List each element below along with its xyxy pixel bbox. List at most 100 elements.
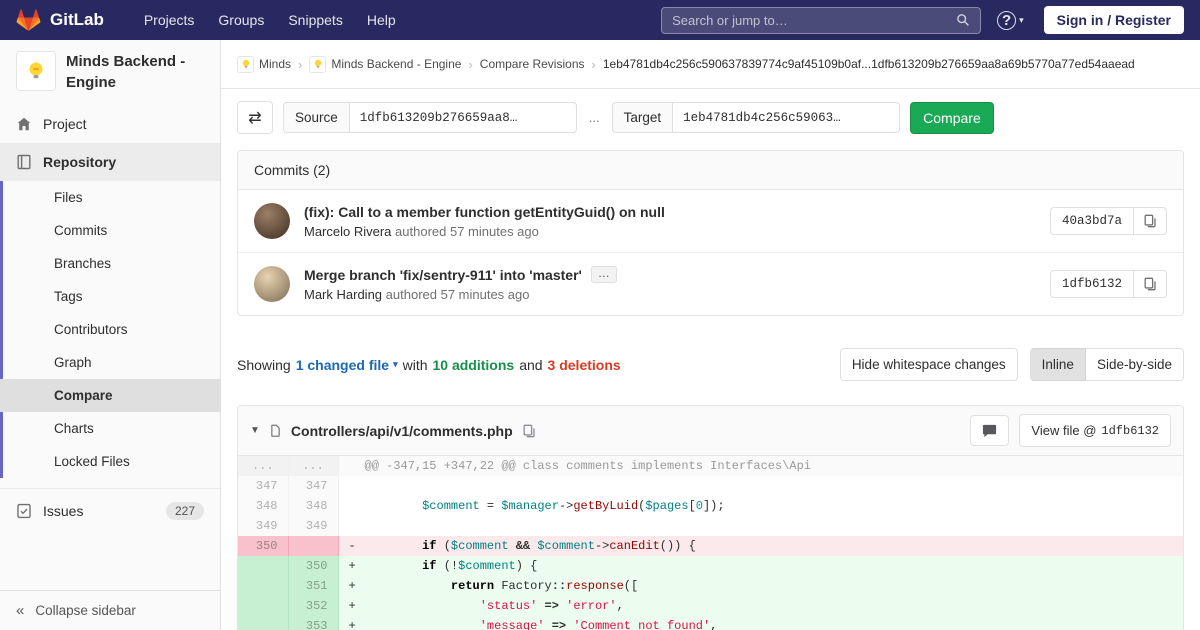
group-avatar bbox=[237, 55, 254, 73]
nav-menu: Projects Groups Snippets Help bbox=[132, 6, 408, 34]
old-line-number[interactable] bbox=[238, 556, 289, 576]
home-icon bbox=[16, 116, 32, 132]
copy-file-path-button[interactable] bbox=[522, 424, 536, 438]
breadcrumb-group-label: Minds bbox=[259, 57, 292, 71]
commit-author-avatar bbox=[254, 266, 290, 302]
gitlab-home-link[interactable]: GitLab bbox=[16, 8, 104, 32]
breadcrumb-separator-icon: › bbox=[591, 56, 596, 72]
sidebar-item-files[interactable]: Files bbox=[0, 181, 220, 214]
hide-whitespace-button[interactable]: Hide whitespace changes bbox=[839, 348, 1018, 381]
breadcrumb-project-label: Minds Backend - Engine bbox=[331, 57, 462, 71]
commit-row: Merge branch 'fix/sentry-911' into 'mast… bbox=[238, 253, 1183, 315]
breadcrumb-project[interactable]: Minds Backend - Engine bbox=[309, 55, 462, 73]
new-line-number[interactable]: 352 bbox=[288, 596, 339, 616]
sidebar-item-label: Repository bbox=[43, 154, 117, 170]
changed-files-dropdown[interactable]: 1 changed file ▾ bbox=[296, 357, 398, 373]
diff-line-match: ...... @@ -347,15 +347,22 @@ class commen… bbox=[238, 456, 1183, 476]
commit-time: authored 57 minutes ago bbox=[385, 287, 530, 302]
commit-author-link[interactable]: Mark Harding bbox=[304, 287, 382, 302]
old-line-number[interactable]: 350 bbox=[238, 536, 289, 556]
sidebar-item-project[interactable]: Project bbox=[0, 105, 220, 143]
commit-title-link[interactable]: (fix): Call to a member function getEnti… bbox=[304, 204, 665, 220]
nav-link-groups[interactable]: Groups bbox=[206, 6, 276, 34]
old-line-number[interactable]: 347 bbox=[238, 476, 289, 496]
sidebar-item-label: Project bbox=[43, 116, 87, 132]
diff-line-removed: 350 - if ($comment && $comment->canEdit()… bbox=[238, 536, 1183, 556]
new-line-number[interactable]: 353 bbox=[288, 616, 339, 630]
breadcrumb-group[interactable]: Minds bbox=[237, 55, 292, 73]
search-input[interactable] bbox=[672, 12, 957, 28]
copy-commit-sha-button[interactable] bbox=[1134, 207, 1167, 235]
diff-marker: + bbox=[348, 619, 356, 630]
diff-line-added: 353 + 'message' => 'Comment not found', bbox=[238, 616, 1183, 630]
double-chevron-left-icon: « bbox=[16, 601, 25, 619]
sign-in-register-button[interactable]: Sign in / Register bbox=[1043, 6, 1184, 34]
sidebar-item-compare[interactable]: Compare bbox=[0, 379, 220, 412]
gitlab-tanuki-icon bbox=[16, 9, 41, 31]
sidebar-item-issues[interactable]: Issues 227 bbox=[0, 491, 220, 531]
new-line-number[interactable]: 351 bbox=[288, 576, 339, 596]
old-line-number[interactable]: 348 bbox=[238, 496, 289, 516]
collapse-diff-icon[interactable]: ▼ bbox=[250, 425, 260, 436]
lightbulb-icon bbox=[314, 59, 322, 68]
source-label: Source bbox=[283, 102, 349, 133]
old-line-number[interactable] bbox=[238, 576, 289, 596]
line-content: + if (!$comment) { bbox=[338, 556, 1183, 576]
nav-link-help[interactable]: Help bbox=[355, 6, 408, 34]
inline-view-button[interactable]: Inline bbox=[1029, 348, 1086, 381]
sidebar-item-branches[interactable]: Branches bbox=[0, 247, 220, 280]
sidebar-section-repository: Repository Files Commits Branches Tags Contr… bbox=[0, 143, 220, 478]
target-revision-input[interactable] bbox=[672, 102, 901, 133]
diff-view-actions: Hide whitespace changes Inline Side-by-s… bbox=[839, 348, 1184, 381]
old-line-number[interactable] bbox=[238, 616, 289, 630]
search-box[interactable] bbox=[661, 6, 982, 34]
commit-title-link[interactable]: Merge branch 'fix/sentry-911' into 'mast… bbox=[304, 267, 582, 283]
sidebar-item-commits[interactable]: Commits bbox=[0, 214, 220, 247]
compare-button[interactable]: Compare bbox=[910, 101, 994, 134]
nav-link-snippets[interactable]: Snippets bbox=[276, 6, 354, 34]
swap-arrows-icon: ⇄ bbox=[248, 109, 262, 127]
new-line-number[interactable]: 350 bbox=[288, 556, 339, 576]
swap-revisions-button[interactable]: ⇄ bbox=[237, 101, 273, 134]
code-text: if ($comment && $comment->canEdit()) { bbox=[422, 539, 696, 553]
side-by-side-view-button[interactable]: Side-by-side bbox=[1085, 348, 1184, 381]
diff-line-added: 352 + 'status' => 'error', bbox=[238, 596, 1183, 616]
sidebar-item-contributors[interactable]: Contributors bbox=[0, 313, 220, 346]
diff-table: ...... @@ -347,15 +347,22 @@ class commen… bbox=[238, 456, 1183, 630]
diff-file-actions: View file @ 1dfb6132 bbox=[970, 414, 1171, 447]
commit-sha[interactable]: 40a3bd7a bbox=[1049, 207, 1134, 235]
commit-meta: Marcelo Rivera authored 57 minutes ago bbox=[304, 224, 1036, 239]
source-revision-input[interactable] bbox=[348, 102, 577, 133]
new-line-number[interactable] bbox=[288, 536, 339, 556]
chevron-down-icon: ▾ bbox=[1019, 14, 1024, 25]
commit-meta: Mark Harding authored 57 minutes ago bbox=[304, 287, 1036, 302]
commit-sha[interactable]: 1dfb6132 bbox=[1049, 270, 1134, 298]
copy-commit-sha-button[interactable] bbox=[1134, 270, 1167, 298]
toggle-comments-button[interactable] bbox=[970, 415, 1010, 446]
old-line-number[interactable] bbox=[238, 596, 289, 616]
new-line-number[interactable]: 347 bbox=[288, 476, 339, 496]
diff-line-context: 349 349 bbox=[238, 516, 1183, 536]
commit-author-link[interactable]: Marcelo Rivera bbox=[304, 224, 391, 239]
project-avatar bbox=[16, 51, 56, 91]
code-text: $comment = $manager->getByLuid($pages[0]… bbox=[422, 499, 725, 513]
collapse-sidebar-button[interactable]: « Collapse sidebar bbox=[0, 590, 220, 630]
breadcrumb-compare-revisions[interactable]: Compare Revisions bbox=[480, 57, 585, 71]
new-line-number[interactable]: 349 bbox=[288, 516, 339, 536]
old-line-number[interactable]: 349 bbox=[238, 516, 289, 536]
view-file-button[interactable]: View file @ 1dfb6132 bbox=[1019, 414, 1171, 447]
nav-link-projects[interactable]: Projects bbox=[132, 6, 207, 34]
commit-description-toggle[interactable]: … bbox=[590, 266, 617, 283]
sidebar-item-repository[interactable]: Repository bbox=[0, 143, 220, 181]
sidebar-item-charts[interactable]: Charts bbox=[0, 412, 220, 445]
repository-submenu: Files Commits Branches Tags Contributors Grap… bbox=[0, 181, 220, 478]
sidebar-item-graph[interactable]: Graph bbox=[0, 346, 220, 379]
help-menu[interactable]: ? ▾ bbox=[997, 10, 1024, 30]
commits-list: (fix): Call to a member function getEnti… bbox=[238, 190, 1183, 315]
code-text: 'message' => 'Comment not found', bbox=[479, 619, 718, 630]
sidebar-project-header[interactable]: Minds Backend - Engine bbox=[0, 40, 220, 105]
sidebar-item-tags[interactable]: Tags bbox=[0, 280, 220, 313]
sidebar-item-locked-files[interactable]: Locked Files bbox=[0, 445, 220, 478]
diff-file-path[interactable]: Controllers/api/v1/comments.php bbox=[291, 423, 513, 439]
new-line-number[interactable]: 348 bbox=[288, 496, 339, 516]
